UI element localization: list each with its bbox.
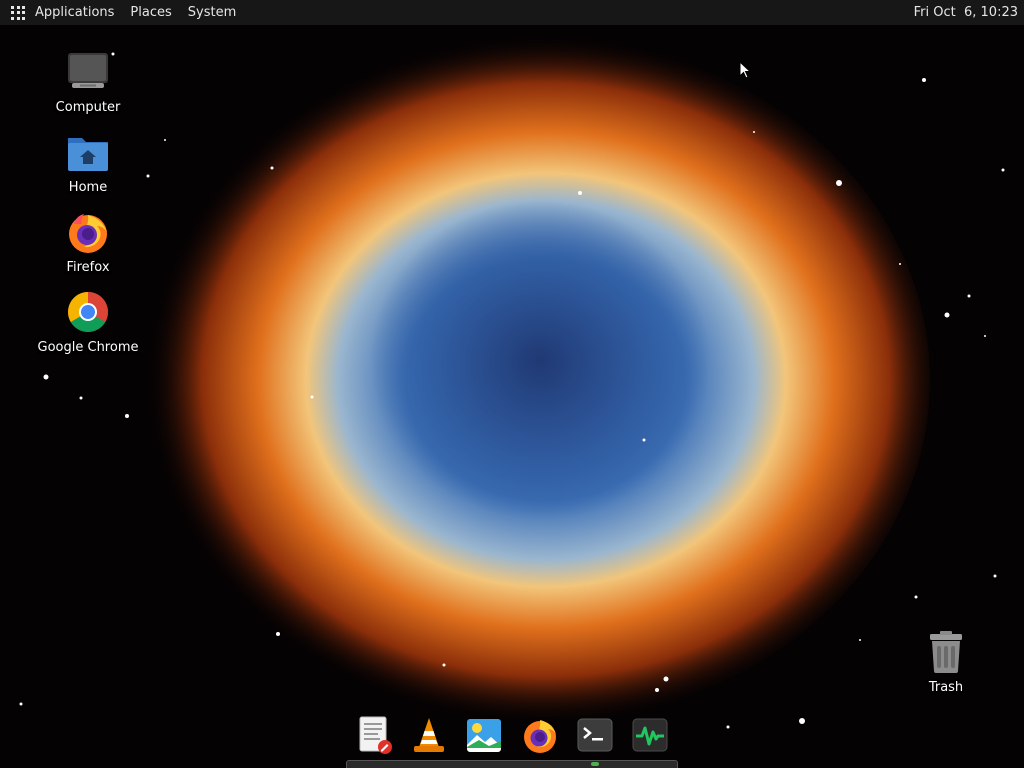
apps-grid-icon[interactable] <box>11 5 25 20</box>
desktop-icon-label: Trash <box>928 680 964 695</box>
desktop-icon-label: Computer <box>55 100 121 115</box>
panel-clock[interactable]: Fri Oct 6, 10:23 <box>914 5 1018 20</box>
menu-places[interactable]: Places <box>130 5 171 20</box>
chrome-icon <box>68 292 108 332</box>
wallpaper-nebula <box>0 0 1024 768</box>
dock-item-terminal[interactable] <box>573 713 617 757</box>
dock-item-text-editor[interactable] <box>352 713 396 757</box>
system-monitor-icon <box>632 718 668 752</box>
top-panel: Applications Places System Fri Oct 6, 10… <box>0 0 1024 25</box>
trash-icon <box>930 631 962 673</box>
desktop-icon-trash[interactable]: Trash <box>891 628 1001 696</box>
vlc-icon <box>414 718 445 752</box>
desktop-icon-firefox[interactable]: Firefox <box>33 208 143 276</box>
home-folder-icon <box>68 138 108 171</box>
terminal-icon <box>577 718 613 752</box>
menu-system[interactable]: System <box>188 5 236 20</box>
text-editor-icon <box>359 716 392 754</box>
image-viewer-icon <box>467 719 502 752</box>
mouse-cursor-icon <box>739 61 751 79</box>
desktop-icon-home[interactable]: Home <box>33 128 143 196</box>
desktop-icon-label: Home <box>68 180 108 195</box>
desktop-icon-label: Firefox <box>66 260 110 275</box>
desktop[interactable]: Applications Places System Fri Oct 6, 10… <box>0 0 1024 768</box>
dock-bar <box>346 760 678 768</box>
menu-applications[interactable]: Applications <box>35 5 114 20</box>
dock-item-system-monitor[interactable] <box>628 713 672 757</box>
dock-item-image-viewer[interactable] <box>462 713 506 757</box>
dock-item-vlc[interactable] <box>407 713 451 757</box>
dock <box>352 712 672 758</box>
firefox-icon <box>69 214 107 253</box>
desktop-icon-google-chrome[interactable]: Google Chrome <box>33 288 143 356</box>
desktop-icon-label: Google Chrome <box>37 340 139 355</box>
running-indicator <box>591 762 599 766</box>
desktop-icon-computer[interactable]: Computer <box>33 48 143 116</box>
dock-item-firefox[interactable] <box>518 713 562 757</box>
computer-icon <box>68 53 108 88</box>
firefox-icon <box>523 720 556 753</box>
